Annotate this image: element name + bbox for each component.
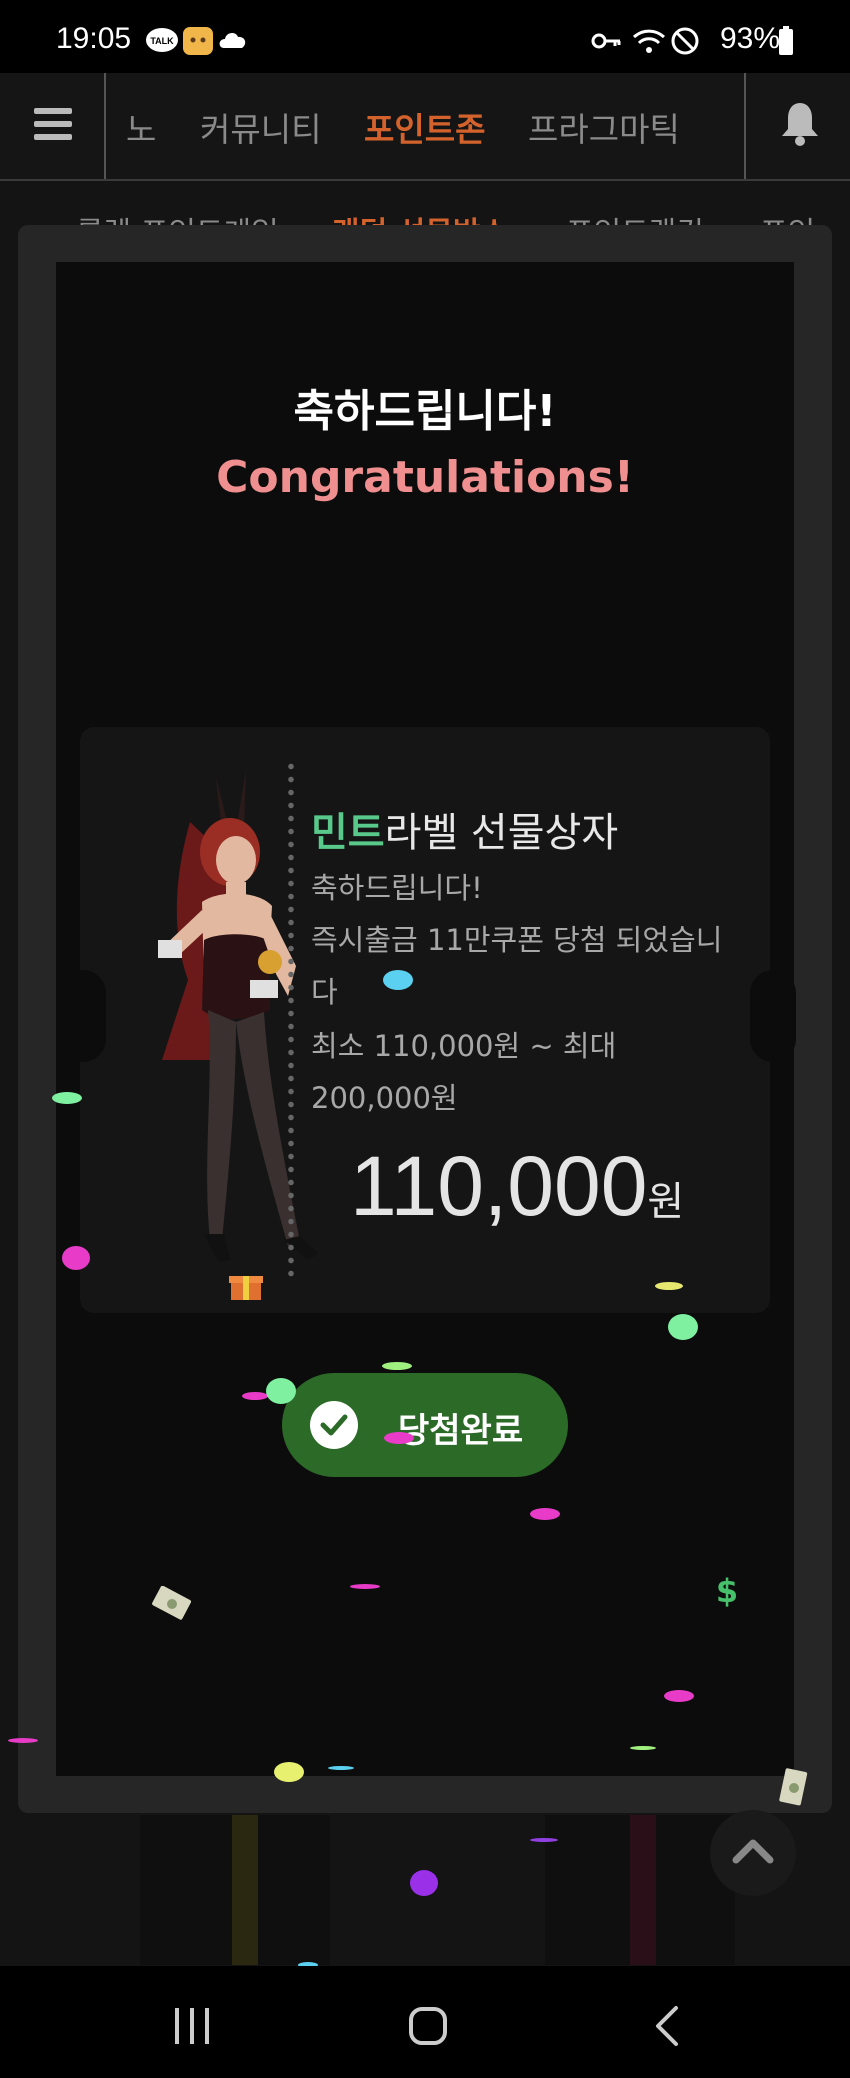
nav-item-community[interactable]: 커뮤니티 (200, 103, 321, 151)
vpn-key-icon (591, 33, 621, 49)
svg-text:TALK: TALK (150, 36, 174, 46)
scroll-to-top-button[interactable] (710, 1810, 796, 1896)
card-dotted-divider (288, 760, 294, 1280)
win-complete-button[interactable]: 당첨완료 (282, 1373, 568, 1477)
back-icon[interactable] (652, 2004, 682, 2048)
do-not-disturb-icon (671, 27, 699, 55)
app-notification-icon (183, 27, 213, 55)
confetti-piece (382, 1362, 412, 1370)
prize-line-congrats: 축하드립니다! (311, 871, 483, 905)
confetti-piece (350, 1584, 380, 1589)
prize-title: 민트라벨 선물상자 (311, 800, 618, 858)
dollar-sign-icon: $ (716, 1572, 738, 1608)
menu-button[interactable] (0, 73, 106, 179)
win-complete-label: 당첨완료 (398, 1411, 524, 1451)
confetti-piece (655, 1282, 683, 1290)
confetti-piece (62, 1246, 90, 1270)
money-confetti-icon (779, 1768, 808, 1806)
congrats-title-english: Congratulations! (216, 452, 634, 503)
background-gift-ribbon (630, 1815, 656, 1965)
confetti-piece (274, 1762, 304, 1782)
prize-amount-unit: 원 (647, 1179, 685, 1225)
status-time: 19:05 (56, 22, 132, 55)
confetti-piece (410, 1870, 438, 1896)
prize-title-highlight: 민트 (311, 810, 385, 856)
confetti-piece (242, 1392, 268, 1400)
confetti-piece (8, 1738, 38, 1743)
confetti-piece (664, 1690, 694, 1702)
kakaotalk-notification-icon: TALK (146, 28, 178, 52)
confetti-piece (384, 1432, 414, 1444)
confetti-piece (630, 1746, 656, 1750)
nav-item-pragmatic[interactable]: 프라그마틱 (528, 103, 680, 151)
confetti-piece (668, 1314, 698, 1340)
confetti-piece (266, 1378, 296, 1404)
nav-item-pointzone[interactable]: 포인트존 (364, 103, 485, 151)
gift-confetti-icon (229, 1276, 263, 1300)
chevron-up-icon (732, 1839, 774, 1864)
prize-line-range: 최소 110,000원 ~ 최대 200,000원 (311, 1029, 617, 1115)
confetti-piece (530, 1838, 558, 1842)
confetti-piece (383, 970, 413, 990)
battery-icon (779, 26, 793, 55)
hamburger-menu-icon (34, 108, 72, 140)
status-bar: 19:05 TALK 93% (0, 0, 850, 73)
battery-percent: 93% (719, 22, 780, 55)
prize-amount-value: 110,000 (350, 1139, 648, 1233)
prize-amount: 110,000원 (350, 1138, 684, 1235)
prize-title-rest: 라벨 선물상자 (384, 810, 619, 856)
recent-apps-icon[interactable] (172, 2008, 212, 2044)
card-notch-left (60, 970, 106, 1062)
notification-button[interactable] (744, 73, 850, 179)
confetti-piece (328, 1766, 354, 1770)
wifi-icon (632, 29, 666, 53)
bell-icon (782, 103, 818, 146)
congrats-title-korean: 축하드립니다! (293, 386, 557, 437)
confetti-piece (530, 1508, 560, 1520)
money-confetti-icon (152, 1586, 192, 1620)
system-navigation-bar (0, 1966, 850, 2078)
svg-text:$: $ (716, 1572, 738, 1608)
confetti-piece (52, 1092, 82, 1104)
top-navigation: 노 커뮤니티 포인트존 프라그마틱 (0, 73, 850, 181)
card-notch-right (750, 970, 796, 1062)
nav-item-partial[interactable]: 노 (126, 103, 156, 151)
background-gift-ribbon (232, 1815, 258, 1965)
prize-line-coupon: 즉시출금 11만쿠폰 당첨 되었습니다 (311, 923, 723, 1009)
check-circle-icon (310, 1401, 358, 1449)
home-icon[interactable] (408, 2006, 448, 2046)
cloud-notification-icon (219, 33, 246, 48)
